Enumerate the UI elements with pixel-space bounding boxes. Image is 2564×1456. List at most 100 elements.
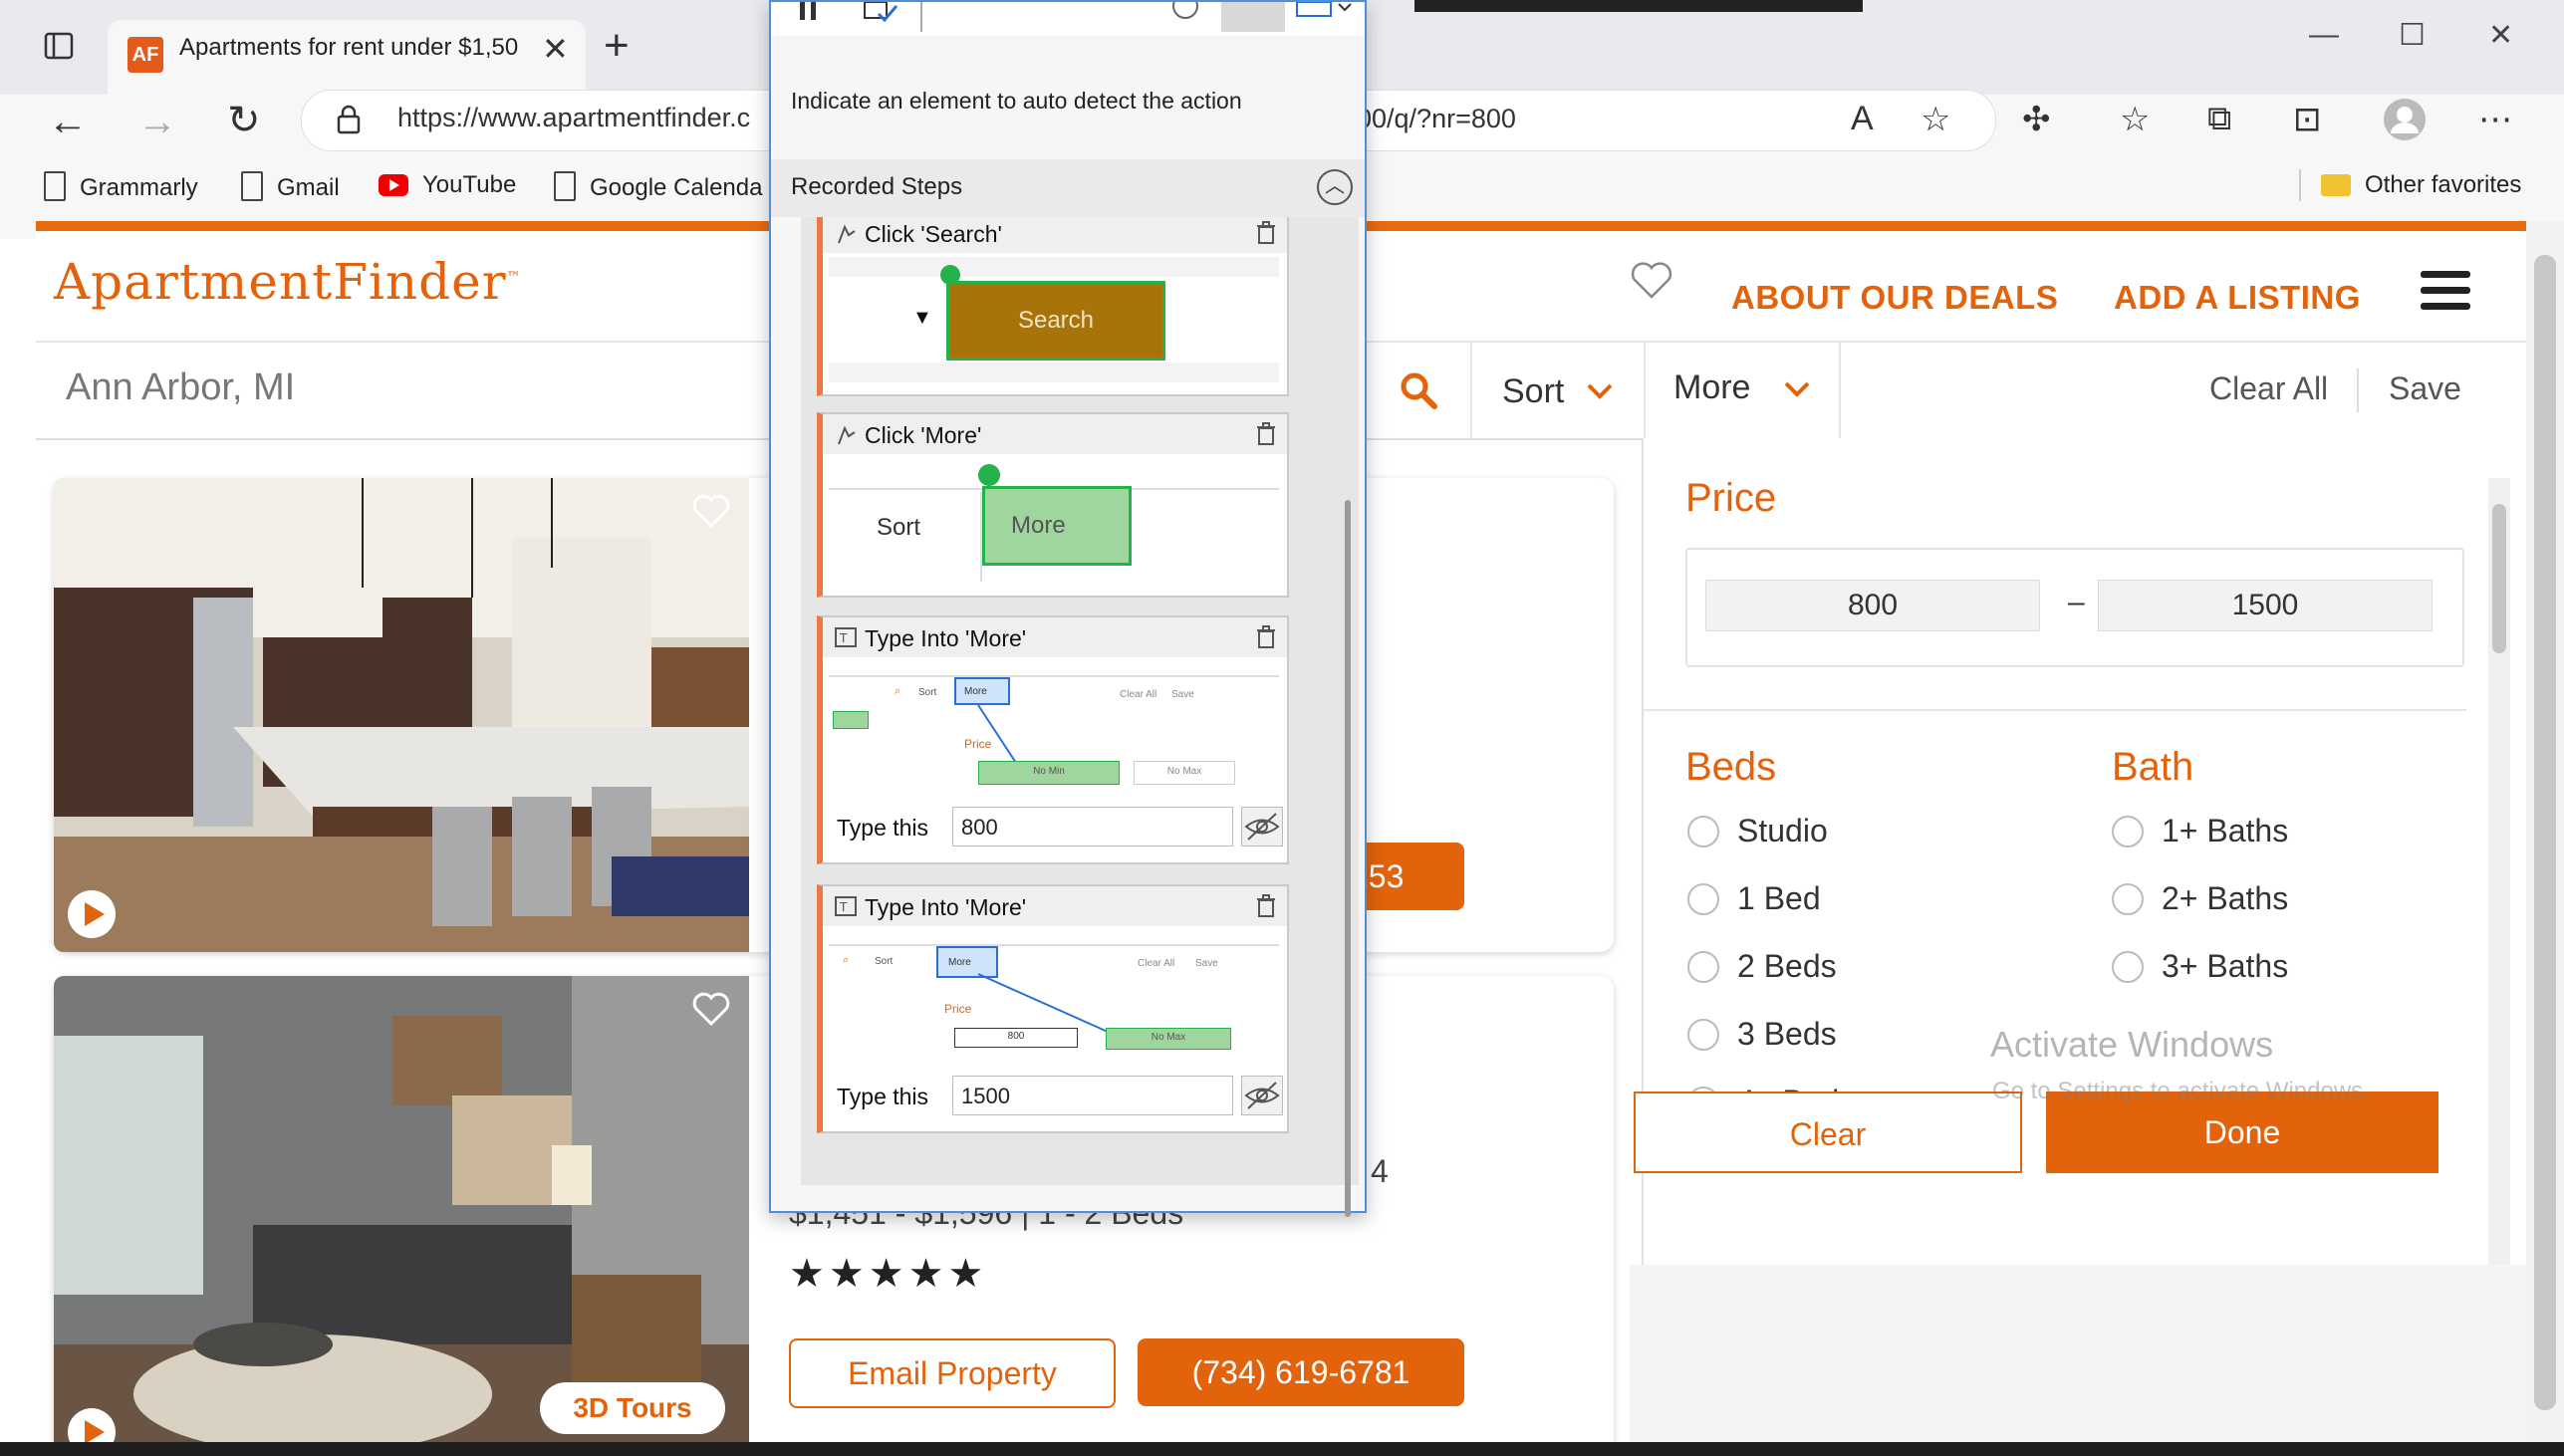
radio-icon bbox=[2112, 815, 2144, 848]
browser-tab[interactable]: AF Apartments for rent under $1,50 ✕ bbox=[108, 20, 586, 95]
recorded-step[interactable]: Click 'Search' ▼ Search bbox=[817, 217, 1289, 396]
add-favorite-icon[interactable]: ☆ bbox=[1921, 100, 1950, 139]
menu-icon[interactable] bbox=[2421, 271, 2470, 319]
option-label: 3 Beds bbox=[1737, 1016, 1837, 1052]
step-header: T Type Into 'More' bbox=[823, 617, 1287, 657]
thumb-sort: Sort bbox=[875, 956, 894, 967]
add-a-listing-link[interactable]: ADD A LISTING bbox=[2114, 279, 2361, 317]
thumb-sort: Sort bbox=[877, 514, 921, 541]
settings-more-icon[interactable]: ⋯ bbox=[2478, 100, 2512, 139]
thumb-save: Save bbox=[1195, 958, 1218, 969]
radio-icon bbox=[2112, 950, 2144, 983]
window-close-icon[interactable]: ✕ bbox=[2488, 18, 2513, 53]
maximize-icon[interactable]: ☐ bbox=[2399, 18, 2426, 53]
activate-windows-subtext: Go to Settings to activate Windows. bbox=[1992, 1078, 2370, 1104]
profile-avatar-icon[interactable] bbox=[2383, 98, 2427, 141]
bath-option-1-plus[interactable]: 1+ Baths bbox=[2112, 813, 2288, 849]
thumb-line bbox=[829, 675, 1279, 677]
bookmark-youtube[interactable]: YouTube bbox=[379, 171, 516, 199]
reload-icon[interactable]: ↻ bbox=[227, 98, 261, 143]
recorded-step[interactable]: T Type Into 'More' ⌕ Sort More Clear All… bbox=[817, 615, 1289, 864]
extensions-icon[interactable]: ✣ bbox=[2022, 100, 2051, 139]
more-dropdown[interactable]: More bbox=[1644, 343, 1841, 438]
beds-heading: Beds bbox=[1685, 745, 1777, 789]
price-min-input[interactable]: 800 bbox=[1705, 580, 2040, 631]
list-view-icon[interactable] bbox=[1221, 2, 1285, 32]
delete-icon[interactable] bbox=[1255, 625, 1277, 649]
recorded-step[interactable]: Click 'More' Sort More bbox=[817, 412, 1289, 598]
bookmark-grammarly[interactable]: Grammarly bbox=[44, 171, 198, 202]
read-aloud-icon[interactable]: A bbox=[1851, 100, 1874, 138]
bookmark-label: Grammarly bbox=[80, 174, 198, 201]
price-max-input[interactable]: 1500 bbox=[2098, 580, 2433, 631]
triangle-icon: ▼ bbox=[912, 307, 932, 329]
delete-icon[interactable] bbox=[1255, 894, 1277, 918]
bookmark-gmail[interactable]: Gmail bbox=[241, 171, 340, 202]
location-input[interactable]: Ann Arbor, MI bbox=[66, 366, 295, 409]
bath-option-2-plus[interactable]: 2+ Baths bbox=[2112, 880, 2288, 917]
hide-value-icon[interactable] bbox=[1241, 1076, 1283, 1115]
thumb-connector bbox=[977, 973, 1109, 1033]
recorder-scrollbar[interactable] bbox=[1345, 500, 1351, 1217]
clear-all-button[interactable]: Clear All bbox=[2209, 370, 2328, 407]
favorites-icon[interactable]: ☆ bbox=[2120, 100, 2150, 139]
youtube-icon bbox=[379, 174, 408, 196]
radio-icon bbox=[1687, 815, 1719, 848]
record-check-icon[interactable] bbox=[863, 2, 902, 24]
about-our-deals-link[interactable]: ABOUT OUR DEALS bbox=[1731, 279, 2058, 317]
search-icon[interactable] bbox=[1399, 370, 1438, 410]
bath-option-3-plus[interactable]: 3+ Baths bbox=[2112, 948, 2288, 985]
delete-icon[interactable] bbox=[1255, 422, 1277, 446]
save-heart-icon[interactable] bbox=[691, 992, 731, 1028]
bookmark-google-calendar[interactable]: Google Calenda bbox=[554, 171, 762, 202]
beds-option-1[interactable]: 1 Bed bbox=[1687, 880, 1821, 917]
price-range: 800 – 1500 bbox=[1685, 548, 2464, 667]
other-favorites[interactable]: Other favorites bbox=[2321, 171, 2521, 199]
new-tab-button[interactable]: + bbox=[604, 24, 630, 68]
thumb-green-box bbox=[833, 711, 869, 729]
clear-filters-button[interactable]: Clear bbox=[1634, 1092, 2022, 1173]
pause-icon[interactable] bbox=[797, 2, 821, 24]
option-label: 3+ Baths bbox=[2162, 948, 2289, 984]
chevron-down-icon bbox=[1783, 380, 1811, 398]
forward-icon[interactable]: → bbox=[137, 100, 177, 144]
recorder-toolbar bbox=[771, 2, 1365, 36]
screenshot-icon[interactable]: ⊡ bbox=[2293, 100, 2322, 139]
type-value-input[interactable]: 800 bbox=[952, 807, 1233, 847]
expand-icon[interactable] bbox=[1295, 2, 1355, 22]
sort-dropdown[interactable]: Sort bbox=[1470, 343, 1646, 438]
beds-option-3[interactable]: 3 Beds bbox=[1687, 1016, 1837, 1053]
bookmarks-separator bbox=[2299, 169, 2301, 201]
listing-photo-kitchen[interactable] bbox=[54, 478, 749, 952]
save-heart-icon[interactable] bbox=[691, 494, 731, 530]
step-title: Type Into 'More' bbox=[865, 894, 1027, 920]
type-value-input[interactable]: 1500 bbox=[952, 1076, 1233, 1115]
collections-icon[interactable]: ⧉ bbox=[2207, 100, 2231, 138]
favorites-heart-icon[interactable] bbox=[1630, 261, 1673, 301]
back-icon[interactable]: ← bbox=[48, 100, 88, 144]
tab-actions-icon[interactable] bbox=[44, 32, 74, 60]
beds-option-studio[interactable]: Studio bbox=[1687, 813, 1828, 849]
save-search-button[interactable]: Save bbox=[2389, 370, 2461, 407]
step-title: Click 'Search' bbox=[865, 221, 1002, 247]
play-video-icon[interactable] bbox=[68, 890, 116, 938]
recorded-step[interactable]: T Type Into 'More' ⌕ Sort More Clear All… bbox=[817, 884, 1289, 1133]
email-property-button[interactable]: Email Property bbox=[789, 1338, 1116, 1408]
beds-option-2[interactable]: 2 Beds bbox=[1687, 948, 1837, 985]
collapse-icon[interactable]: ︿ bbox=[1317, 169, 1353, 205]
3d-tours-button[interactable]: 3D Tours bbox=[540, 1382, 725, 1434]
phone-button[interactable]: 253 bbox=[1351, 843, 1464, 910]
filter-scrollbar-thumb[interactable] bbox=[2492, 504, 2506, 653]
other-favorites-label: Other favorites bbox=[2365, 171, 2522, 198]
hide-value-icon[interactable] bbox=[1241, 807, 1283, 847]
tab-close-icon[interactable]: ✕ bbox=[542, 30, 569, 68]
thumb-search-button: Search bbox=[946, 281, 1165, 361]
phone-button[interactable]: (734) 619-6781 bbox=[1138, 1338, 1464, 1406]
color-icon[interactable] bbox=[1165, 2, 1205, 22]
overlay-window-edge bbox=[1414, 0, 1863, 12]
page-scrollbar-thumb[interactable] bbox=[2534, 255, 2556, 1410]
minimize-icon[interactable]: — bbox=[2309, 18, 2339, 52]
site-logo[interactable]: ApartmentFinder™ bbox=[54, 253, 522, 311]
type-into-icon: T bbox=[835, 896, 859, 918]
delete-icon[interactable] bbox=[1255, 221, 1277, 245]
